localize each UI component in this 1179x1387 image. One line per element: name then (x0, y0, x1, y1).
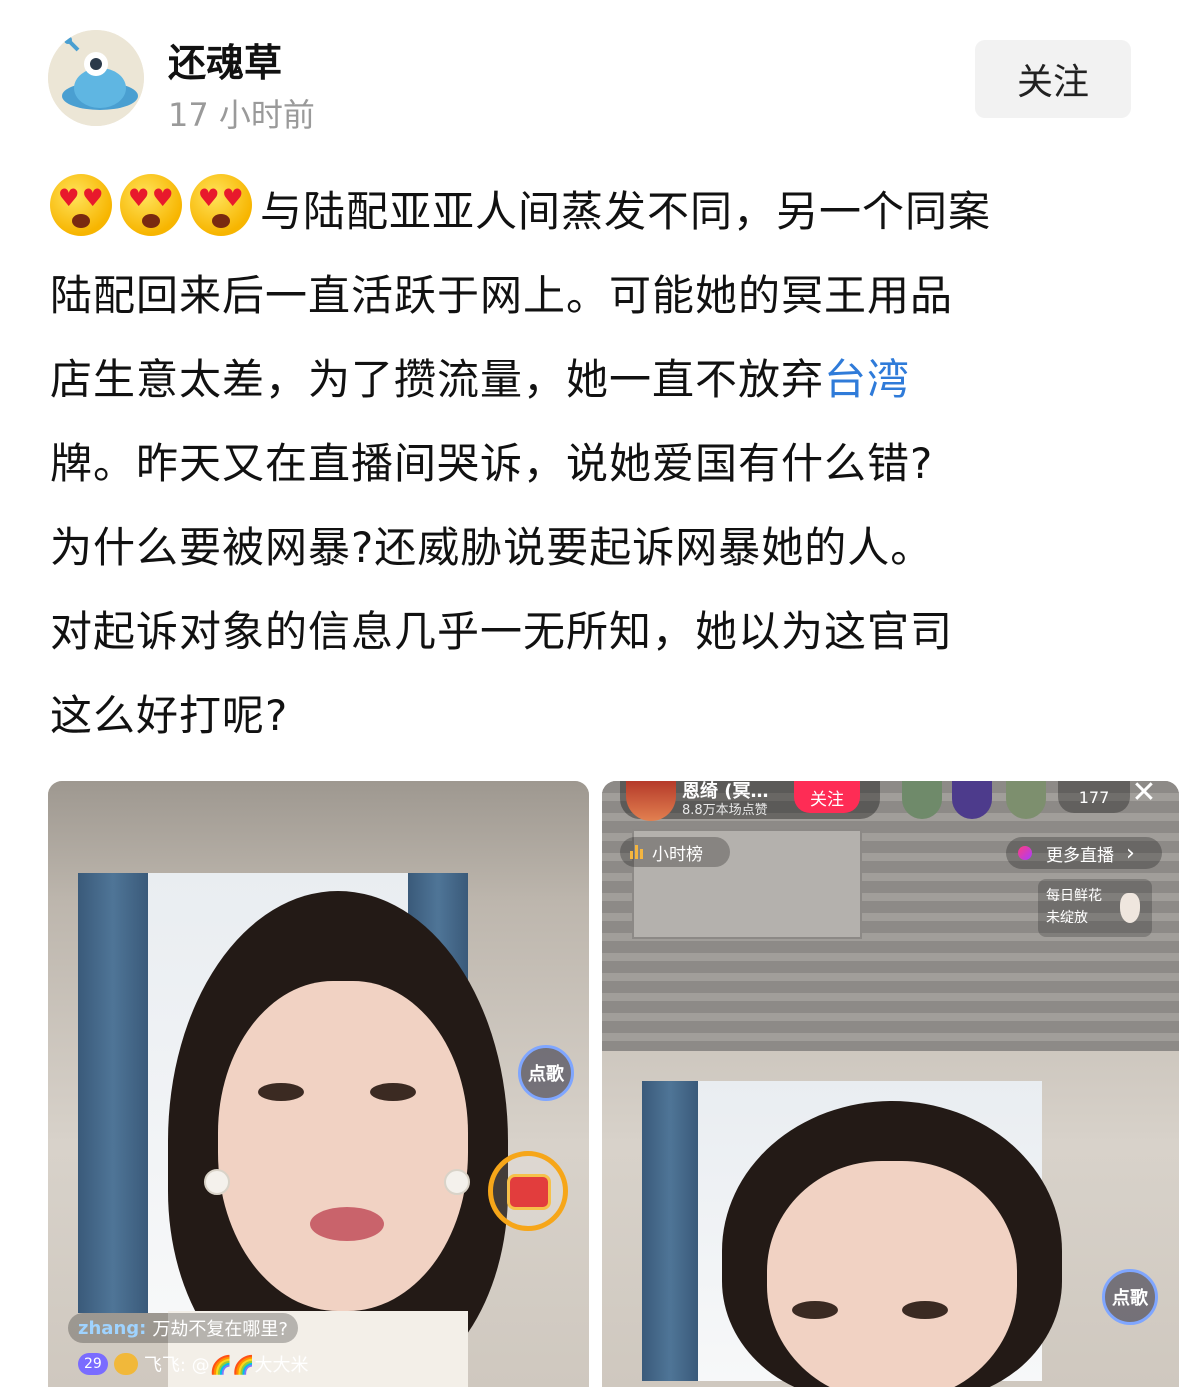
post-text-line3: 店生意太差，为了攒流量，她一直不放弃 (50, 355, 825, 404)
fan-badge-icon (113, 1353, 138, 1375)
author-name[interactable]: 还魂草 (168, 32, 282, 87)
topic-link[interactable]: 台湾 (824, 355, 910, 404)
post-image-2[interactable]: 恩绮 (冥… 8.8万本场点赞 关注 177 ✕ 小时榜 更多直播 › 每日鲜花… (602, 781, 1179, 1387)
post-line-5: 为什么要被网暴?还威胁说要起诉网暴她的人。 (50, 523, 934, 572)
post-line-7: 这么好打呢? (50, 691, 289, 740)
author-avatar[interactable] (48, 30, 144, 126)
viewer-avatar[interactable] (1006, 781, 1046, 819)
song-request-button[interactable]: 点歌 (1102, 1269, 1158, 1325)
chat-message: 29 飞飞: @🌈🌈大大米 (78, 1349, 308, 1379)
post-line-6: 对起诉对象的信息几乎一无所知，她以为这官司 (50, 607, 954, 656)
chat-username: zhang: (78, 1317, 147, 1339)
heart-eyes-emoji-icon: ♥ ♥ (190, 174, 252, 236)
viewer-avatar[interactable] (952, 781, 992, 819)
post-line-3: 店生意太差，为了攒流量，她一直不放弃台湾 (50, 338, 1140, 422)
viewer-count[interactable]: 177 (1058, 781, 1130, 813)
post-line-1: ♥ ♥ ♥ ♥ ♥ ♥ 与陆配亚亚人间蒸发不同，另一个同案 (50, 170, 1140, 254)
chat-text: 万劫不复在哪里? (152, 1319, 288, 1340)
post-header: 还魂草 17 小时前 关注 (0, 0, 1179, 150)
heart-eyes-emoji-icon: ♥ ♥ (50, 174, 112, 236)
rank-label: 小时榜 (652, 844, 703, 865)
vase-icon (1120, 893, 1140, 923)
post-line-4: 牌。昨天又在直播间哭诉，说她爱国有什么错? (50, 439, 934, 488)
post-timestamp: 17 小时前 (168, 96, 315, 134)
more-live-button[interactable]: 更多直播 › (1006, 837, 1162, 869)
chevron-right-icon: › (1126, 840, 1135, 866)
chat-text: 飞飞: @🌈🌈大大米 (143, 1355, 309, 1376)
live-top-bar: 恩绮 (冥… 8.8万本场点赞 关注 177 ✕ (602, 781, 1179, 831)
chat-message: zhang: 万劫不复在哪里? (68, 1313, 298, 1343)
post-text-line1: 与陆配亚亚人间蒸发不同，另一个同案 (260, 187, 992, 236)
alien-ufo-avatar-icon (48, 30, 144, 126)
song-request-button[interactable]: 点歌 (518, 1045, 574, 1101)
daily-flower-widget[interactable]: 每日鲜花 未绽放 (1038, 879, 1152, 937)
streamer-likes: 8.8万本场点赞 (682, 803, 768, 818)
bar-chart-icon (630, 845, 646, 859)
live-dot-icon (1018, 846, 1032, 860)
more-live-label: 更多直播 (1046, 845, 1114, 866)
level-badge: 29 (78, 1353, 108, 1375)
viewer-avatar[interactable] (902, 781, 942, 819)
heart-eyes-emoji-icon: ♥ ♥ (120, 174, 182, 236)
close-icon[interactable]: ✕ (1130, 781, 1158, 809)
live-follow-button[interactable]: 关注 (794, 781, 860, 813)
follow-button[interactable]: 关注 (975, 40, 1131, 118)
treasure-chest-icon[interactable] (488, 1151, 568, 1231)
hourly-rank-button[interactable]: 小时榜 (620, 837, 730, 867)
post-body: ♥ ♥ ♥ ♥ ♥ ♥ 与陆配亚亚人间蒸发不同，另一个同案 陆配回来后一直活跃于… (50, 170, 1140, 758)
post-line-2: 陆配回来后一直活跃于网上。可能她的冥王用品 (50, 271, 954, 320)
post-image-1[interactable]: 点歌 zhang: 万劫不复在哪里? 29 飞飞: @🌈🌈大大米 (48, 781, 589, 1387)
